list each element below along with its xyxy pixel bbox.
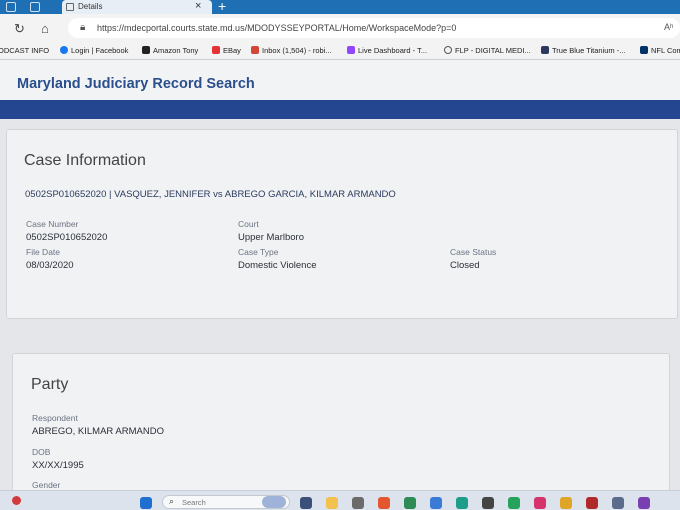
taskbar-app-icon[interactable] bbox=[482, 497, 494, 509]
court-label: Court bbox=[238, 219, 259, 229]
site-title[interactable]: Maryland Judiciary Record Search bbox=[17, 76, 255, 92]
refresh-icon[interactable]: ↻ bbox=[14, 21, 25, 37]
party-card: Party Respondent ABREGO, KILMAR ARMANDO … bbox=[12, 353, 670, 490]
bookmark-nfl[interactable]: NFL Com bbox=[640, 46, 680, 55]
home-icon[interactable]: ⌂ bbox=[41, 21, 49, 36]
file-date-label: File Date bbox=[26, 247, 61, 257]
search-icon: ⌕ bbox=[169, 496, 175, 506]
bookmark-podcast-info[interactable]: ODCAST INFO bbox=[0, 46, 49, 55]
bookmark-label: True Blue Titanium -... bbox=[552, 46, 626, 55]
file-explorer-icon[interactable] bbox=[326, 497, 338, 509]
windows-start-icon[interactable] bbox=[140, 497, 152, 509]
taskbar-app-icon[interactable] bbox=[560, 497, 572, 509]
case-caption: 0502SP010652020 | VASQUEZ, JENNIFER vs A… bbox=[25, 189, 396, 200]
bookmark-facebook[interactable]: Login | Facebook bbox=[60, 46, 128, 55]
party-heading: Party bbox=[31, 376, 69, 393]
case-status-label: Case Status bbox=[450, 247, 497, 257]
gmail-icon bbox=[251, 46, 259, 54]
ebay-icon bbox=[212, 46, 220, 54]
tab-overview-icon[interactable] bbox=[30, 2, 40, 12]
bookmark-label: Login | Facebook bbox=[71, 46, 129, 55]
bookmark-label: Live Dashboard - T... bbox=[358, 46, 428, 55]
task-view-icon[interactable] bbox=[300, 497, 312, 509]
bookmarks-bar: ODCAST INFO Login | Facebook Amazon Tony… bbox=[0, 42, 680, 60]
site-header: Maryland Judiciary Record Search bbox=[0, 60, 680, 100]
bookmark-amazon[interactable]: Amazon Tony bbox=[142, 46, 198, 55]
taskbar-app-icon[interactable] bbox=[404, 497, 416, 509]
bookmark-twitch[interactable]: Live Dashboard - T... bbox=[347, 46, 427, 55]
dob-label: DOB bbox=[32, 447, 51, 457]
bookmark-label: Inbox (1,504) - robi... bbox=[262, 46, 332, 55]
browser-tab-strip: Details × + bbox=[0, 0, 680, 14]
globe-icon bbox=[444, 46, 452, 54]
taskbar-app-icon[interactable] bbox=[508, 497, 520, 509]
bookmark-gmail[interactable]: Inbox (1,504) - robi... bbox=[251, 46, 332, 55]
browser-menu-icon[interactable] bbox=[6, 2, 16, 12]
case-number-value: 0502SP010652020 bbox=[26, 232, 108, 243]
search-highlight-icon[interactable] bbox=[262, 496, 286, 508]
taskbar-app-icon[interactable] bbox=[638, 497, 650, 509]
taskbar-app-icon[interactable] bbox=[612, 497, 624, 509]
respondent-name: ABREGO, KILMAR ARMANDO bbox=[32, 426, 164, 437]
dob-value: XX/XX/1995 bbox=[32, 460, 84, 471]
respondent-label: Respondent bbox=[32, 413, 78, 423]
facebook-icon bbox=[60, 46, 68, 54]
taskbar-app-icon[interactable] bbox=[456, 497, 468, 509]
bookmark-true-blue[interactable]: True Blue Titanium -... bbox=[541, 46, 626, 55]
taskbar-app-icon[interactable] bbox=[534, 497, 546, 509]
page-favicon-icon bbox=[66, 3, 74, 11]
notification-icon[interactable] bbox=[12, 496, 21, 505]
case-information-card: Case Information 0502SP010652020 | VASQU… bbox=[6, 129, 678, 319]
taskbar-app-icon[interactable] bbox=[378, 497, 390, 509]
taskbar-app-icon[interactable] bbox=[430, 497, 442, 509]
nfl-icon bbox=[640, 46, 648, 54]
taskbar-app-icon[interactable] bbox=[586, 497, 598, 509]
tab-details[interactable]: Details bbox=[62, 0, 212, 14]
bookmark-label: NFL Com bbox=[651, 46, 680, 55]
bookmark-label: FLP - DIGITAL MEDI... bbox=[455, 46, 531, 55]
bookmark-flp[interactable]: FLP - DIGITAL MEDI... bbox=[444, 46, 531, 55]
bookmark-label: ODCAST INFO bbox=[0, 46, 50, 55]
case-status-value: Closed bbox=[450, 260, 480, 271]
site-icon bbox=[541, 46, 549, 54]
nav-band bbox=[0, 100, 680, 119]
bookmark-label: EBay bbox=[223, 46, 241, 55]
tab-title: Details bbox=[78, 2, 103, 11]
taskbar-app-icon[interactable] bbox=[352, 497, 364, 509]
twitch-icon bbox=[347, 46, 355, 54]
gender-label: Gender bbox=[32, 480, 61, 490]
court-value: Upper Marlboro bbox=[238, 232, 304, 243]
file-date-value: 08/03/2020 bbox=[26, 260, 74, 271]
bookmark-ebay[interactable]: EBay bbox=[212, 46, 241, 55]
address-bar-row: ↻ ⌂ 🔒︎ https://mdecportal.courts.state.m… bbox=[0, 14, 680, 42]
case-information-heading: Case Information bbox=[24, 152, 146, 169]
lock-icon[interactable]: 🔒︎ bbox=[80, 22, 85, 33]
close-tab-icon[interactable]: × bbox=[195, 0, 201, 12]
amazon-icon bbox=[142, 46, 150, 54]
page-content: Maryland Judiciary Record Search Case In… bbox=[0, 60, 680, 490]
case-type-label: Case Type bbox=[238, 247, 279, 257]
url-text[interactable]: https://mdecportal.courts.state.md.us/MD… bbox=[97, 23, 456, 33]
case-number-label: Case Number bbox=[26, 219, 79, 229]
new-tab-button[interactable]: + bbox=[218, 0, 226, 14]
bookmark-label: Amazon Tony bbox=[153, 46, 199, 55]
case-type-value: Domestic Violence bbox=[238, 260, 317, 271]
read-aloud-icon[interactable]: Aʰ bbox=[664, 22, 673, 32]
taskbar-search-placeholder: Search bbox=[182, 498, 206, 507]
windows-taskbar: ⌕ Search bbox=[0, 490, 680, 510]
